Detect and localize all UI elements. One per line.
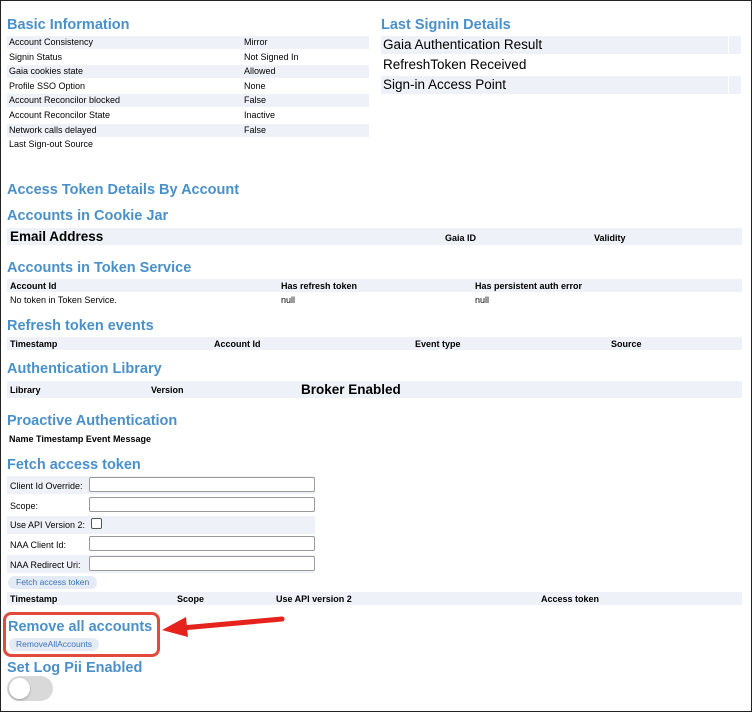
col-has-refresh-token: Has refresh token: [281, 281, 358, 291]
auth-library-title: Authentication Library: [7, 361, 162, 377]
client-id-label: Client Id Override:: [10, 481, 83, 491]
client-id-input[interactable]: [89, 477, 315, 492]
col-gaia-id: Gaia ID: [445, 233, 477, 243]
col-event-type: Event type: [415, 339, 461, 349]
naa-client-id-input[interactable]: [89, 536, 315, 551]
fetch-access-token-button[interactable]: Fetch access token: [8, 576, 98, 589]
basic-info-label: Gaia cookies state: [9, 66, 84, 77]
basic-info-row: Signin Status Not Signed In: [7, 51, 369, 64]
col-scope: Scope: [177, 594, 205, 604]
scope-label: Scope:: [10, 501, 39, 511]
column-divider: [728, 56, 729, 74]
cookie-jar-title: Accounts in Cookie Jar: [7, 208, 169, 224]
column-divider: [728, 36, 729, 54]
col-source: Source: [611, 339, 642, 349]
col-timestamp: Timestamp: [10, 339, 58, 349]
col-timestamp: Timestamp: [36, 434, 84, 444]
col-event: Event: [85, 434, 111, 444]
col-use-api-version-2: Use API version 2: [276, 594, 352, 604]
basic-info-value: Allowed: [244, 66, 276, 77]
basic-info-title: Basic Information: [7, 17, 130, 33]
col-timestamp: Timestamp: [10, 594, 58, 604]
last-signin-label: RefreshToken Received: [383, 57, 527, 72]
naa-client-id-label: NAA Client Id:: [10, 540, 67, 550]
last-signin-row: Gaia Authentication Result: [381, 36, 741, 54]
last-signin-label: Sign-in Access Point: [383, 77, 507, 92]
basic-info-label: Account Reconcilor blocked: [9, 95, 121, 106]
basic-info-label: Signin Status: [9, 51, 63, 62]
col-validity: Validity: [594, 233, 626, 243]
basic-info-row: Account Consistency Mirror: [7, 36, 369, 49]
refresh-events-title: Refresh token events: [7, 318, 154, 334]
col-library: Library: [10, 385, 41, 395]
fetch-token-title: Fetch access token: [7, 457, 141, 473]
access-token-details-title: Access Token Details By Account: [7, 182, 240, 198]
naa-redirect-uri-label: NAA Redirect Uri:: [10, 560, 81, 570]
col-access-token: Access token: [541, 594, 600, 604]
token-row-account-id: No token in Token Service.: [10, 295, 117, 305]
basic-info-label: Network calls delayed: [9, 124, 97, 135]
basic-info-row: Gaia cookies state Allowed: [7, 65, 369, 79]
proactive-auth-title: Proactive Authentication: [7, 413, 178, 429]
basic-info-row: Profile SSO Option None: [7, 80, 369, 93]
basic-info-value: False: [244, 95, 267, 106]
col-broker-enabled: Broker Enabled: [301, 382, 401, 397]
annotation-arrow-icon: [162, 616, 285, 637]
col-account-id: Account Id: [214, 339, 261, 349]
last-signin-row: Sign-in Access Point: [381, 76, 741, 94]
basic-info-label: Last Sign-out Source: [9, 139, 94, 150]
col-account-id: Account Id: [10, 281, 57, 291]
basic-info-row: Account Reconcilor State Inactive: [7, 109, 369, 122]
basic-info-row: Network calls delayed False: [7, 123, 369, 137]
token-row-auth-error: null: [475, 295, 490, 305]
last-signin-row: RefreshToken Received: [381, 56, 741, 74]
basic-info-value: False: [244, 124, 267, 135]
basic-info-value: None: [244, 80, 266, 91]
col-has-persistent-auth-error: Has persistent auth error: [475, 281, 583, 291]
scope-input[interactable]: [89, 497, 315, 512]
annotation-highlight-box: [3, 612, 160, 657]
basic-info-row: Account Reconcilor blocked False: [7, 94, 369, 108]
token-service-header-row: [7, 279, 742, 292]
last-signin-title: Last Signin Details: [381, 17, 511, 33]
basic-info-value: Mirror: [244, 37, 268, 47]
log-pii-toggle[interactable]: [7, 676, 53, 701]
log-pii-title: Set Log Pii Enabled: [7, 660, 143, 676]
fetch-results-header-row: [7, 592, 742, 605]
toggle-knob: [9, 678, 30, 699]
cookie-jar-header-row: [7, 228, 742, 245]
col-email-address: Email Address: [10, 229, 104, 244]
col-name: Name: [9, 434, 34, 444]
proactive-header-row: Name Timestamp Event Message: [9, 434, 151, 444]
last-signin-label: Gaia Authentication Result: [383, 37, 543, 52]
token-row-refresh: null: [281, 295, 296, 305]
basic-info-value: Inactive: [244, 110, 276, 120]
basic-info-label: Account Reconcilor State: [9, 110, 111, 120]
basic-info-value: Not Signed In: [244, 51, 299, 62]
basic-info-label: Profile SSO Option: [9, 80, 86, 91]
api-v2-label: Use API Version 2:: [10, 520, 86, 530]
col-version: Version: [151, 385, 184, 395]
basic-info-label: Account Consistency: [9, 37, 94, 47]
api-v2-checkbox[interactable]: [91, 518, 102, 529]
column-divider: [728, 76, 729, 94]
naa-redirect-uri-input[interactable]: [89, 556, 315, 571]
basic-info-row: Last Sign-out Source: [7, 138, 369, 151]
col-message: Message: [112, 434, 151, 444]
token-service-title: Accounts in Token Service: [7, 260, 192, 276]
